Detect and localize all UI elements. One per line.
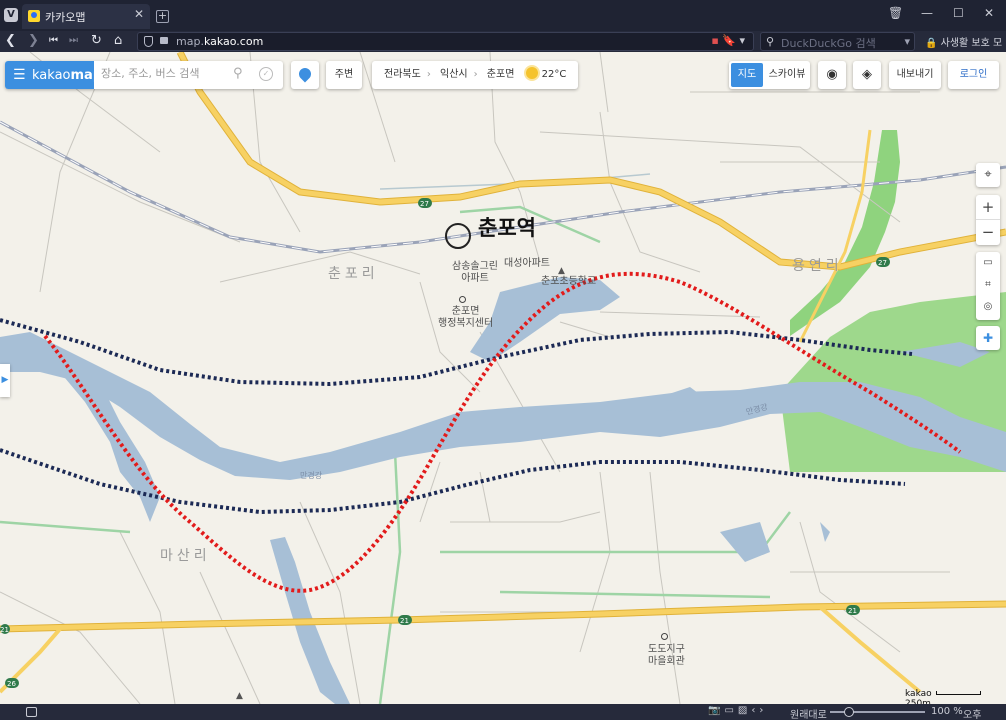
- zoom-controls: + −: [976, 195, 1000, 245]
- area-tool-icon[interactable]: ⌗: [976, 274, 1000, 296]
- apt-samsung-label[interactable]: 삼송솔그린 아파트: [452, 261, 498, 285]
- close-window-button[interactable]: ✕: [984, 6, 994, 20]
- lock-icon[interactable]: [160, 37, 168, 44]
- brand-logo[interactable]: kakaomap: [32, 68, 102, 83]
- route-search-icon[interactable]: ✓: [259, 67, 273, 81]
- browser-status-bar: 📷▭▨‹› 원래대로 100 % 오후 11:28: [0, 704, 1006, 720]
- chevron-down-icon[interactable]: ▾: [904, 35, 910, 48]
- status-tool-icons[interactable]: 📷▭▨‹›: [708, 705, 767, 716]
- search-engine-placeholder: DuckDuckGo 검색: [781, 37, 876, 50]
- dodo-poi-icon[interactable]: [661, 632, 668, 644]
- new-tab-button[interactable]: +: [156, 10, 169, 23]
- map-scale: kakao250m: [905, 689, 1006, 704]
- roadview-pin-icon: ◉: [826, 67, 838, 82]
- navigation-bar: ❮ ❯ ⏮ ⏭ ↻ ⌂ map.kakao.com ▪ 🔖 ▾ ⚲ DuckDu…: [0, 31, 1006, 64]
- mountain-icon: ▲: [236, 691, 243, 701]
- vivaldi-logo-icon[interactable]: V: [4, 8, 18, 22]
- office-label[interactable]: 춘포면 행정복지센터: [438, 306, 493, 330]
- map-mode-switch: 지도 스카이뷰: [729, 61, 810, 89]
- reload-icon[interactable]: ↻: [91, 33, 102, 49]
- expand-panel-tab[interactable]: ▶: [0, 364, 10, 397]
- tab-title: 카카오맵: [45, 11, 86, 24]
- school-icon: ▲: [558, 266, 565, 276]
- map-pin-icon: [296, 65, 314, 83]
- search-icon[interactable]: ⚲: [233, 66, 243, 81]
- distance-tool-icon[interactable]: ▭: [976, 252, 1000, 274]
- road-27-label-a: 27: [420, 200, 429, 208]
- login-button[interactable]: 로그인: [948, 61, 999, 89]
- mode-skyview-button[interactable]: 스카이뷰: [765, 61, 809, 89]
- zoom-slider[interactable]: [830, 707, 925, 717]
- compass-icon[interactable]: ◎: [976, 296, 1000, 318]
- trash-icon[interactable]: 🗑: [888, 6, 903, 20]
- address-bar[interactable]: map.kakao.com ▪ 🔖 ▾: [137, 32, 754, 51]
- clock: 오후 11:28: [963, 710, 982, 720]
- roadview-button[interactable]: ◉: [818, 61, 846, 89]
- search-engine-field[interactable]: ⚲ DuckDuckGo 검색 ▾: [760, 32, 915, 51]
- layers-icon: ◈: [862, 67, 872, 82]
- green-area-east: [790, 130, 900, 336]
- scale-bar: [935, 691, 981, 695]
- road-21-label-a: 21: [400, 617, 409, 625]
- back-icon[interactable]: ❮: [5, 33, 16, 49]
- apt-daesung-label[interactable]: 대성아파트: [504, 258, 550, 270]
- fast-forward-icon[interactable]: ⏭: [69, 33, 78, 49]
- road-21-label-b: 21: [848, 607, 857, 615]
- address-bar-actions[interactable]: ▪ 🔖 ▾: [711, 34, 745, 47]
- road-27-label-b: 27: [878, 259, 887, 267]
- reset-zoom-button[interactable]: 원래대로: [790, 706, 827, 720]
- chevron-right-icon: ▶: [1, 375, 9, 385]
- station-label[interactable]: 춘포역: [478, 218, 536, 239]
- zoom-in-button[interactable]: +: [976, 195, 1000, 220]
- layers-button[interactable]: ◈: [853, 61, 881, 89]
- url-text[interactable]: map.kakao.com: [176, 35, 263, 48]
- zoom-out-button[interactable]: −: [976, 220, 1000, 245]
- breadcrumb-province[interactable]: 전라북도: [384, 69, 421, 80]
- road-21-label-c: 21: [0, 626, 9, 634]
- scale-brand: kakao: [905, 689, 932, 699]
- map-search-bar: ☰ kakaomap ⚲ ✓: [5, 61, 283, 89]
- breadcrumb-city[interactable]: 익산시: [440, 69, 468, 80]
- kakaomap-brand[interactable]: ☰ kakaomap: [5, 61, 102, 89]
- panel-toggle-icon[interactable]: [26, 707, 37, 717]
- map-tools: ▭ ⌗ ◎: [976, 252, 1000, 320]
- village-masan-label: 마산리: [160, 548, 211, 564]
- my-location-button[interactable]: ⌖: [976, 163, 1000, 187]
- temperature: 22°C: [541, 69, 567, 80]
- shield-icon[interactable]: [144, 36, 153, 47]
- village-yongyeon-label: 용연리: [792, 258, 843, 274]
- pin-plus-icon: ✚: [982, 331, 994, 345]
- tab-close-icon[interactable]: ✕: [134, 7, 144, 21]
- zoom-level: 100 %: [931, 706, 963, 717]
- place-search-input[interactable]: [101, 67, 231, 80]
- region-breadcrumb[interactable]: 전라북도 › 익산시 › 춘포면 22°C: [372, 61, 578, 89]
- road-26-label: 26: [7, 680, 16, 688]
- nearby-button[interactable]: 주변: [326, 61, 362, 89]
- kakaomap-favicon-icon: [28, 10, 40, 22]
- breadcrumb-town[interactable]: 춘포면: [487, 69, 515, 80]
- rewind-icon[interactable]: ⏮: [49, 33, 58, 49]
- sun-icon: [525, 67, 538, 79]
- my-places-button[interactable]: [291, 61, 319, 89]
- forward-icon[interactable]: ❯: [28, 33, 39, 49]
- search-icon: ⚲: [766, 35, 775, 48]
- home-icon[interactable]: ⌂: [114, 33, 122, 49]
- menu-icon[interactable]: ☰: [13, 67, 26, 83]
- add-place-button[interactable]: ✚: [976, 326, 1000, 350]
- dodo-label[interactable]: 도도지구 마을회관: [648, 644, 685, 668]
- maximize-button[interactable]: ☐: [953, 6, 964, 20]
- village-chunpo-label: 춘포리: [328, 266, 379, 282]
- export-button[interactable]: 내보내기: [889, 61, 941, 89]
- browser-tab[interactable]: 카카오맵 ✕: [22, 4, 150, 29]
- minimize-button[interactable]: —: [921, 6, 933, 20]
- river-label-1: 만경강: [300, 471, 323, 480]
- map-canvas[interactable]: 춘포역 춘포리 마산리 용연리 삼송솔그린 아파트 대성아파트 춘포초등학교 ▲…: [0, 52, 1006, 704]
- zoom-slider-thumb[interactable]: [844, 707, 854, 717]
- school-label[interactable]: 춘포초등학교: [541, 276, 596, 288]
- crosshair-icon: ⌖: [984, 167, 992, 182]
- browser-tab-bar: V 카카오맵 ✕ + 🗑 — ☐ ✕: [0, 0, 1006, 31]
- mode-map-button[interactable]: 지도: [731, 63, 763, 87]
